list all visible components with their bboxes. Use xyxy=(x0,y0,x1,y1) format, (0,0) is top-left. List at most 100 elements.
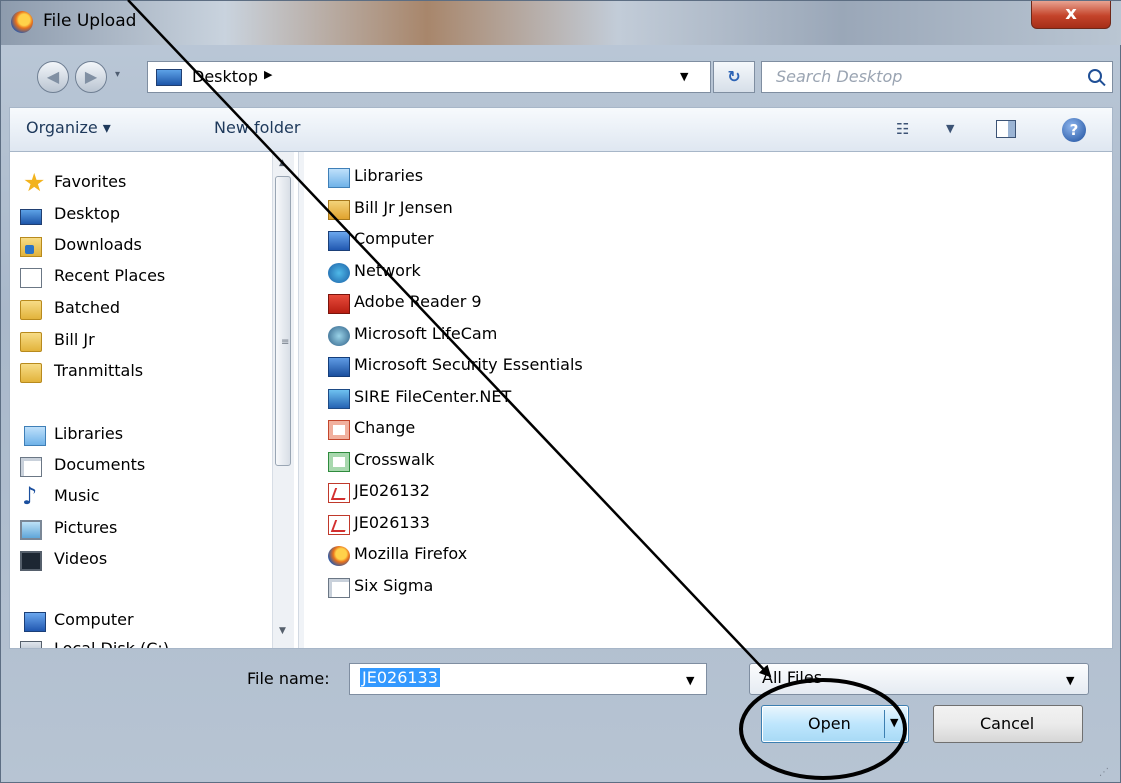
open-options-dropdown[interactable]: ▼ xyxy=(890,716,898,729)
sidebar-item-documents[interactable]: Documents xyxy=(20,455,146,481)
sidebar-item-batched[interactable]: Batched xyxy=(20,298,120,324)
powerpoint-file-icon xyxy=(328,420,350,440)
help-icon[interactable]: ? xyxy=(1062,118,1086,142)
resize-grip[interactable]: ⋰ xyxy=(1099,767,1109,778)
file-name-dropdown[interactable]: ▼ xyxy=(686,674,694,687)
navigation-bar: ◀ ▶ ▾ Desktop ▶ ▼ ↻ Search Desktop xyxy=(1,57,1121,97)
view-dropdown[interactable]: ▼ xyxy=(946,122,954,135)
file-list: Libraries Bill Jr Jensen Computer Networ… xyxy=(328,162,1028,642)
navigation-pane-scrollbar[interactable]: ▲ ≡ ▼ xyxy=(272,152,294,648)
window-title: File Upload xyxy=(43,11,137,31)
computer-icon xyxy=(328,231,350,251)
webcam-icon xyxy=(328,326,350,346)
desktop-icon xyxy=(20,209,42,225)
folder-icon xyxy=(20,332,42,352)
sidebar-item-label: Documents xyxy=(54,455,146,474)
file-name-label: File name: xyxy=(247,669,330,688)
scroll-down-arrow[interactable]: ▼ xyxy=(279,626,286,636)
navigation-pane: Favorites Desktop Downloads Recent Place… xyxy=(10,152,298,648)
organize-button[interactable]: Organize ▾ xyxy=(26,118,111,137)
title-bar[interactable]: File Upload x xyxy=(1,1,1121,45)
sidebar-item-label: Tranmittals xyxy=(54,361,144,380)
dialog-footer: File name: JE026133 ▼ All Files ▼ Open ▼… xyxy=(1,649,1121,783)
firefox-icon xyxy=(11,11,33,33)
file-name: Bill Jr Jensen xyxy=(354,198,453,217)
refresh-button[interactable]: ↻ xyxy=(713,61,755,93)
sidebar-item-tranmittals[interactable]: Tranmittals xyxy=(20,361,144,387)
file-type-value: All Files xyxy=(762,668,823,687)
scrollbar-grip: ≡ xyxy=(281,337,290,348)
drive-icon xyxy=(20,641,42,648)
pdf-file-icon xyxy=(328,483,350,503)
sidebar-item-label: Recent Places xyxy=(54,266,166,285)
sidebar-item-local-disk[interactable]: Local Disk (C:) xyxy=(20,639,169,648)
sidebar-item-label: Local Disk (C:) xyxy=(54,639,169,648)
split-button-divider xyxy=(884,710,885,738)
forward-button[interactable]: ▶ xyxy=(75,61,107,93)
search-input[interactable]: Search Desktop xyxy=(761,61,1113,93)
sidebar-item-label: Desktop xyxy=(54,204,120,223)
file-name: Crosswalk xyxy=(354,450,435,469)
sidebar-item-pictures[interactable]: Pictures xyxy=(20,518,118,544)
sidebar-item-music[interactable]: Music xyxy=(22,482,100,512)
file-name: Microsoft Security Essentials xyxy=(354,355,583,374)
sidebar-item-label: Pictures xyxy=(54,518,118,537)
cancel-button-label: Cancel xyxy=(980,714,1035,733)
open-button[interactable]: Open ▼ xyxy=(761,705,909,743)
file-name: Six Sigma xyxy=(354,576,434,595)
document-file-icon xyxy=(328,578,350,598)
file-type-select[interactable]: All Files ▼ xyxy=(749,663,1089,695)
firefox-icon xyxy=(328,546,350,566)
address-text[interactable]: Desktop xyxy=(192,67,258,86)
sidebar-item-desktop[interactable]: Desktop xyxy=(20,204,120,230)
user-folder-icon xyxy=(328,200,350,220)
sidebar-item-videos[interactable]: Videos xyxy=(20,549,108,575)
chevron-right-icon[interactable]: ▶ xyxy=(264,68,272,81)
file-name: JE026133 xyxy=(354,513,430,532)
file-name: Network xyxy=(354,261,421,280)
libraries-icon xyxy=(328,168,350,188)
change-view-icon[interactable]: ☷ xyxy=(896,120,909,138)
sidebar-item-label: Music xyxy=(54,486,100,505)
command-bar: Organize ▾ New folder ☷ ▼ ? xyxy=(9,107,1113,151)
address-dropdown[interactable]: ▼ xyxy=(680,70,688,83)
file-name: Libraries xyxy=(354,166,424,185)
sidebar-item-downloads[interactable]: Downloads xyxy=(20,235,142,261)
pane-divider[interactable] xyxy=(298,152,304,648)
chevron-down-icon[interactable]: ▼ xyxy=(1066,674,1074,687)
content-area: Favorites Desktop Downloads Recent Place… xyxy=(9,151,1113,649)
excel-file-icon xyxy=(328,452,350,472)
cancel-button[interactable]: Cancel xyxy=(933,705,1083,743)
documents-icon xyxy=(20,457,42,477)
recent-pages-button[interactable]: ▾ xyxy=(115,69,120,80)
search-icon[interactable] xyxy=(1088,69,1102,83)
sidebar-item-bill-jr[interactable]: Bill Jr xyxy=(20,330,95,356)
open-button-label: Open xyxy=(808,714,851,733)
libraries-icon xyxy=(24,426,46,446)
back-button[interactable]: ◀ xyxy=(37,61,69,93)
file-name: Computer xyxy=(354,229,434,248)
downloads-folder-icon xyxy=(20,237,42,257)
sidebar-group-label: Favorites xyxy=(54,172,127,191)
new-folder-button[interactable]: New folder xyxy=(214,118,300,137)
sidebar-group-label: Computer xyxy=(54,610,134,629)
desktop-icon xyxy=(156,69,182,86)
preview-pane-icon[interactable] xyxy=(996,120,1016,138)
sidebar-group-label: Libraries xyxy=(54,424,124,443)
recent-places-icon xyxy=(20,268,42,288)
sidebar-item-label: Videos xyxy=(54,549,108,568)
address-bar[interactable]: Desktop ▶ ▼ xyxy=(147,61,711,93)
search-placeholder: Search Desktop xyxy=(776,67,903,86)
sidebar-item-recent-places[interactable]: Recent Places xyxy=(20,266,166,292)
scroll-up-arrow[interactable]: ▲ xyxy=(279,158,286,168)
music-icon xyxy=(20,482,42,510)
file-name: JE026132 xyxy=(354,481,430,500)
folder-icon xyxy=(20,300,42,320)
file-name-value[interactable]: JE026133 xyxy=(360,668,440,687)
sidebar-item-label: Bill Jr xyxy=(54,330,95,349)
file-name-input[interactable]: JE026133 ▼ xyxy=(349,663,707,695)
sidebar-item-label: Batched xyxy=(54,298,120,317)
close-button[interactable]: x xyxy=(1031,1,1111,29)
scrollbar-thumb[interactable]: ≡ xyxy=(275,176,291,466)
network-icon xyxy=(328,263,350,283)
